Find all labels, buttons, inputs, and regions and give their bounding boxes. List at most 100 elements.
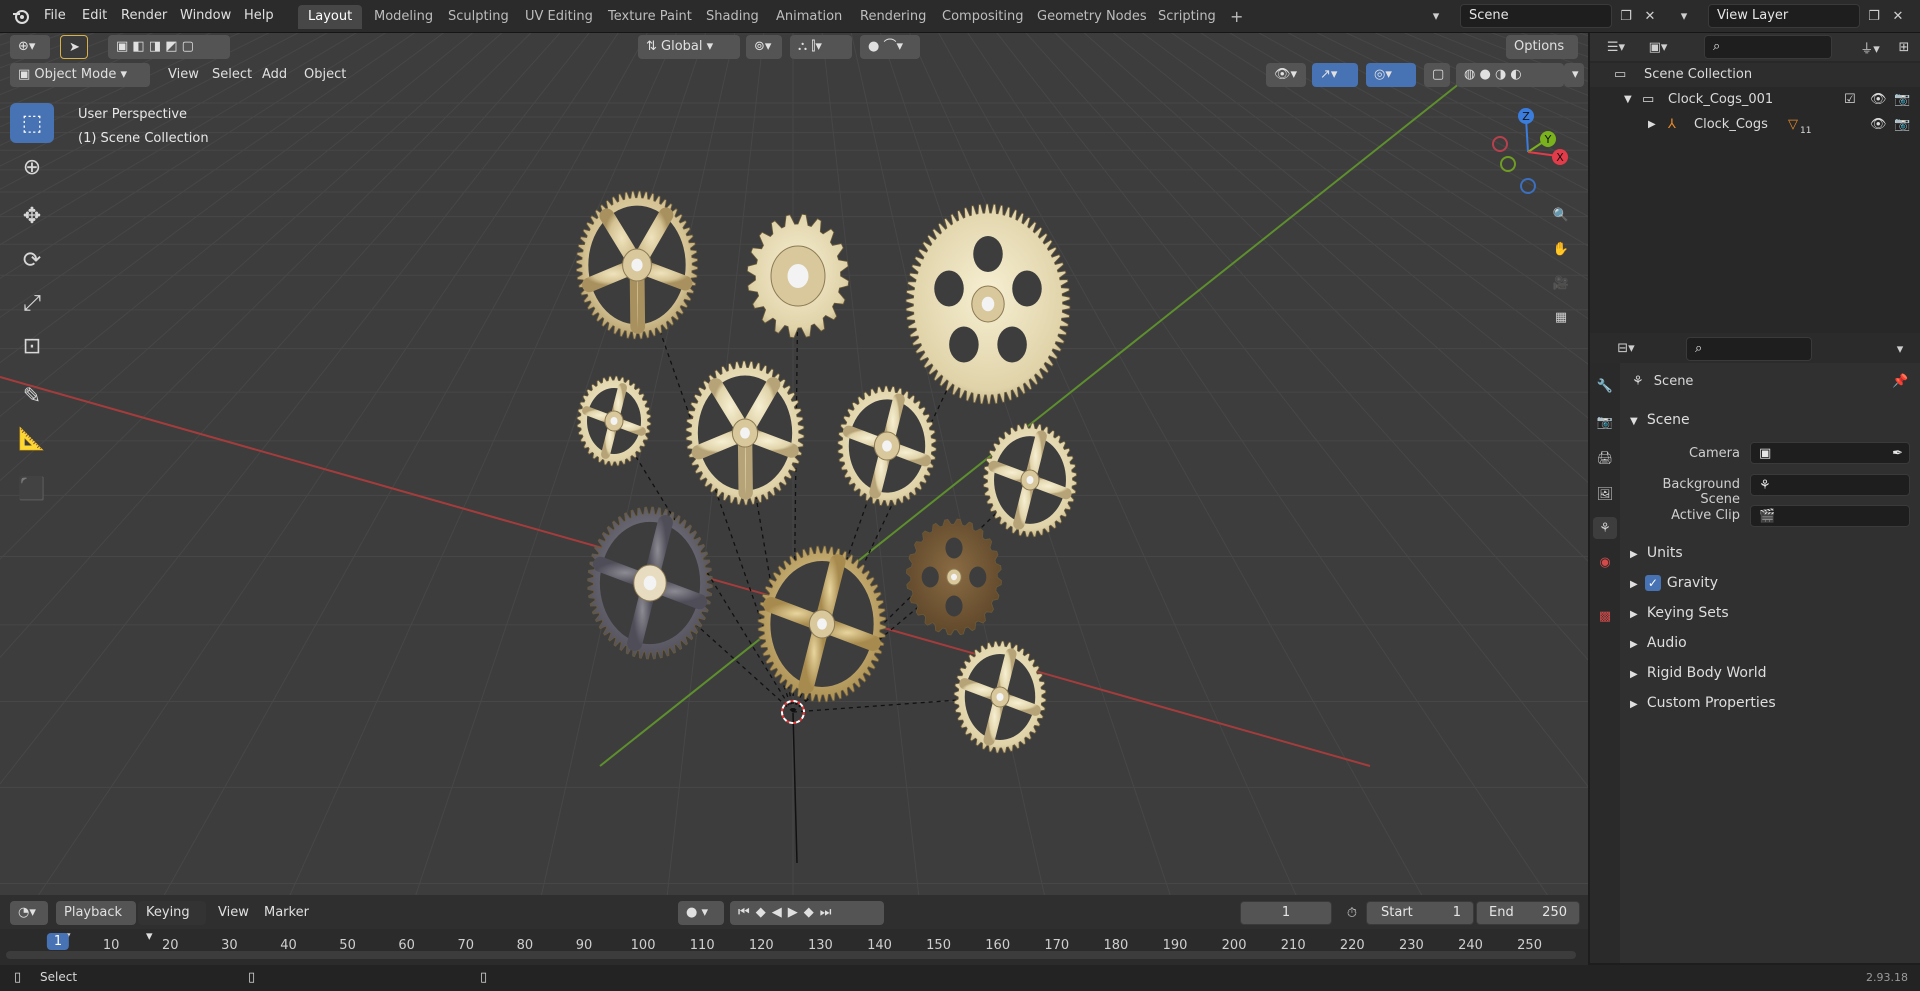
keying-sets-panel[interactable]: ▶ Keying Sets bbox=[1630, 600, 1910, 626]
keying-menu[interactable]: Keying ▾ bbox=[138, 901, 206, 944]
tab-animation[interactable]: Animation bbox=[766, 5, 852, 29]
timeline-editor-type-icon[interactable]: ◔▾ bbox=[10, 901, 48, 925]
world-tab-icon[interactable]: ◉ bbox=[1593, 551, 1617, 573]
3d-viewport[interactable] bbox=[0, 33, 1588, 895]
options-dropdown[interactable]: Options ▾ bbox=[1506, 35, 1578, 78]
visibility-eye-icon[interactable]: 👁 bbox=[1870, 88, 1887, 112]
transform-orientation-dropdown[interactable]: ⇅ Global ▾ bbox=[638, 35, 740, 59]
blender-logo-icon[interactable] bbox=[12, 8, 30, 26]
frame-tick[interactable]: 240 bbox=[1458, 938, 1483, 953]
outliner-row-collection[interactable]: ▼ ▭ Clock_Cogs_001 ☑ 👁 📷 bbox=[1590, 88, 1920, 112]
play-reverse-icon[interactable]: ◀ bbox=[772, 905, 788, 920]
frame-tick[interactable]: 60 bbox=[398, 938, 415, 953]
expand-arrow-icon[interactable]: ▶ bbox=[1648, 113, 1656, 137]
gear-mesh[interactable] bbox=[953, 640, 1047, 754]
copy-view-layer-icon[interactable]: ❐ bbox=[1862, 5, 1886, 27]
frame-tick[interactable]: 100 bbox=[631, 938, 656, 953]
tool-tab-icon[interactable]: 🔧 bbox=[1593, 375, 1617, 397]
view-layer-field[interactable]: View Layer bbox=[1708, 4, 1860, 28]
frame-tick[interactable]: 90 bbox=[576, 938, 593, 953]
tab-scripting[interactable]: Scripting bbox=[1148, 5, 1226, 29]
annotate-tool-icon[interactable]: ✎ bbox=[10, 376, 54, 416]
stopwatch-icon[interactable]: ⏱ bbox=[1340, 902, 1364, 924]
scale-tool-icon[interactable]: ⤢ bbox=[10, 283, 54, 323]
view-layer-browse-icon[interactable]: ▾ bbox=[1672, 5, 1696, 27]
outliner-editor-type-icon[interactable]: ☰▾ bbox=[1598, 36, 1634, 58]
cursor-tool-icon[interactable]: ⊕ bbox=[10, 147, 54, 187]
shading-dropdown-icon[interactable]: ▾ bbox=[1564, 63, 1584, 87]
gear-mesh[interactable] bbox=[905, 203, 1071, 405]
gear-mesh[interactable] bbox=[685, 360, 805, 506]
select-tool-mode-icon[interactable]: ➤ bbox=[60, 35, 88, 59]
viewport-menu-object[interactable]: Object bbox=[296, 63, 354, 87]
move-tool-icon[interactable]: ✥ bbox=[10, 196, 54, 236]
gravity-checkbox[interactable]: ✓ bbox=[1644, 575, 1661, 591]
viewport-menu-add[interactable]: Add bbox=[254, 63, 295, 87]
tab-compositing[interactable]: Compositing bbox=[932, 5, 1034, 29]
frame-tick[interactable]: 10 bbox=[103, 938, 120, 953]
visibility-eye-icon[interactable]: 👁▾ bbox=[1266, 63, 1306, 87]
outliner-row-object[interactable]: ▶ ⅄ Clock_Cogs ▽ 11 👁 📷 bbox=[1590, 113, 1920, 137]
gear-mesh[interactable] bbox=[906, 518, 1002, 636]
zoom-icon[interactable]: 🔍 bbox=[1546, 200, 1576, 230]
gear-mesh[interactable] bbox=[757, 545, 887, 703]
tab-modeling[interactable]: Modeling bbox=[364, 5, 443, 29]
copy-scene-icon[interactable]: ❐ bbox=[1614, 5, 1638, 27]
eyedropper-icon[interactable]: ✒ bbox=[1892, 443, 1903, 465]
visibility-eye-icon[interactable]: 👁 bbox=[1870, 113, 1887, 137]
rotate-tool-icon[interactable]: ⟳ bbox=[10, 240, 54, 280]
frame-tick[interactable]: 170 bbox=[1044, 938, 1069, 953]
tab-geometry-nodes[interactable]: Geometry Nodes bbox=[1027, 5, 1157, 29]
expand-arrow-icon[interactable]: ▼ bbox=[1624, 88, 1632, 112]
timeline[interactable]: ◔▾ Playback ▾ Keying ▾ View Marker ● ▾ ⏮… bbox=[0, 895, 1588, 965]
delete-scene-icon[interactable]: ✕ bbox=[1638, 5, 1662, 27]
scene-tab-icon[interactable]: ⚘ bbox=[1593, 517, 1617, 539]
shading-modes-icons[interactable]: ◍ ● ◑ ◐ bbox=[1456, 63, 1564, 87]
ortho-grid-icon[interactable]: ▦ bbox=[1546, 302, 1576, 332]
snap-icon[interactable]: ⛬ ⫿▾ bbox=[790, 35, 852, 59]
gear-mesh[interactable] bbox=[837, 385, 937, 507]
overlay-toggle-icon[interactable]: ◎▾ bbox=[1366, 63, 1416, 87]
gear-mesh[interactable] bbox=[576, 375, 652, 467]
frame-tick[interactable]: 50 bbox=[339, 938, 356, 953]
scene-field[interactable]: Scene bbox=[1460, 4, 1612, 28]
gizmo-toggle-icon[interactable]: ↗▾ bbox=[1312, 63, 1358, 87]
gravity-panel[interactable]: ▶ ✓ Gravity bbox=[1630, 570, 1910, 596]
xray-icon[interactable]: ▢ bbox=[1424, 63, 1450, 87]
properties-editor-type-icon[interactable]: ⊟▾ bbox=[1608, 337, 1644, 359]
camera-field[interactable]: ▣ ✒ bbox=[1750, 442, 1910, 464]
render-tab-icon[interactable]: 📷 bbox=[1593, 411, 1617, 433]
units-panel[interactable]: ▶ Units bbox=[1630, 540, 1910, 566]
audio-panel[interactable]: ▶ Audio bbox=[1630, 630, 1910, 656]
scene-browse-icon[interactable]: ▾ bbox=[1424, 5, 1448, 27]
collection-checkbox-icon[interactable]: ☑ bbox=[1844, 88, 1856, 112]
frame-tick[interactable]: 40 bbox=[280, 938, 297, 953]
select-box-tool-icon[interactable]: ⬚ bbox=[10, 103, 54, 143]
frame-tick[interactable]: 200 bbox=[1222, 938, 1247, 953]
current-frame-indicator[interactable]: 1 bbox=[46, 933, 70, 950]
tab-layout[interactable]: Layout bbox=[298, 5, 363, 29]
render-camera-icon[interactable]: 📷 bbox=[1894, 113, 1910, 137]
pan-hand-icon[interactable]: ✋ bbox=[1546, 234, 1576, 264]
tab-uv-editing[interactable]: UV Editing bbox=[515, 5, 603, 29]
frame-tick[interactable]: 80 bbox=[517, 938, 534, 953]
output-tab-icon[interactable]: 🖨 bbox=[1593, 447, 1617, 469]
menu-edit[interactable]: Edit bbox=[76, 6, 113, 26]
play-icon[interactable]: ▶ bbox=[788, 905, 804, 920]
gear-mesh[interactable] bbox=[575, 190, 699, 340]
display-mode-icon[interactable]: ▣▾ bbox=[1640, 36, 1676, 58]
frame-tick[interactable]: 220 bbox=[1340, 938, 1365, 953]
object-mode-dropdown[interactable]: ▣ Object Mode ▾ bbox=[10, 63, 150, 87]
gear-mesh[interactable] bbox=[587, 506, 713, 660]
marker-menu[interactable]: Marker bbox=[256, 901, 317, 925]
scene-panel-header[interactable]: ▼ Scene bbox=[1630, 407, 1910, 433]
selection-mode-icons[interactable]: ▣ ◧ ◨ ◩ ▢ bbox=[108, 35, 230, 59]
active-clip-field[interactable]: 🎬 bbox=[1750, 505, 1910, 527]
current-frame-field[interactable]: 1 bbox=[1240, 901, 1332, 925]
outliner-row-scene-collection[interactable]: ▭ Scene Collection bbox=[1590, 63, 1920, 87]
frame-tick[interactable]: 110 bbox=[690, 938, 715, 953]
frame-tick[interactable]: 250 bbox=[1517, 938, 1542, 953]
texture-tab-icon[interactable]: ▩ bbox=[1593, 605, 1617, 627]
new-collection-icon[interactable]: ⊞ bbox=[1892, 36, 1916, 58]
menu-render[interactable]: Render bbox=[115, 6, 173, 26]
